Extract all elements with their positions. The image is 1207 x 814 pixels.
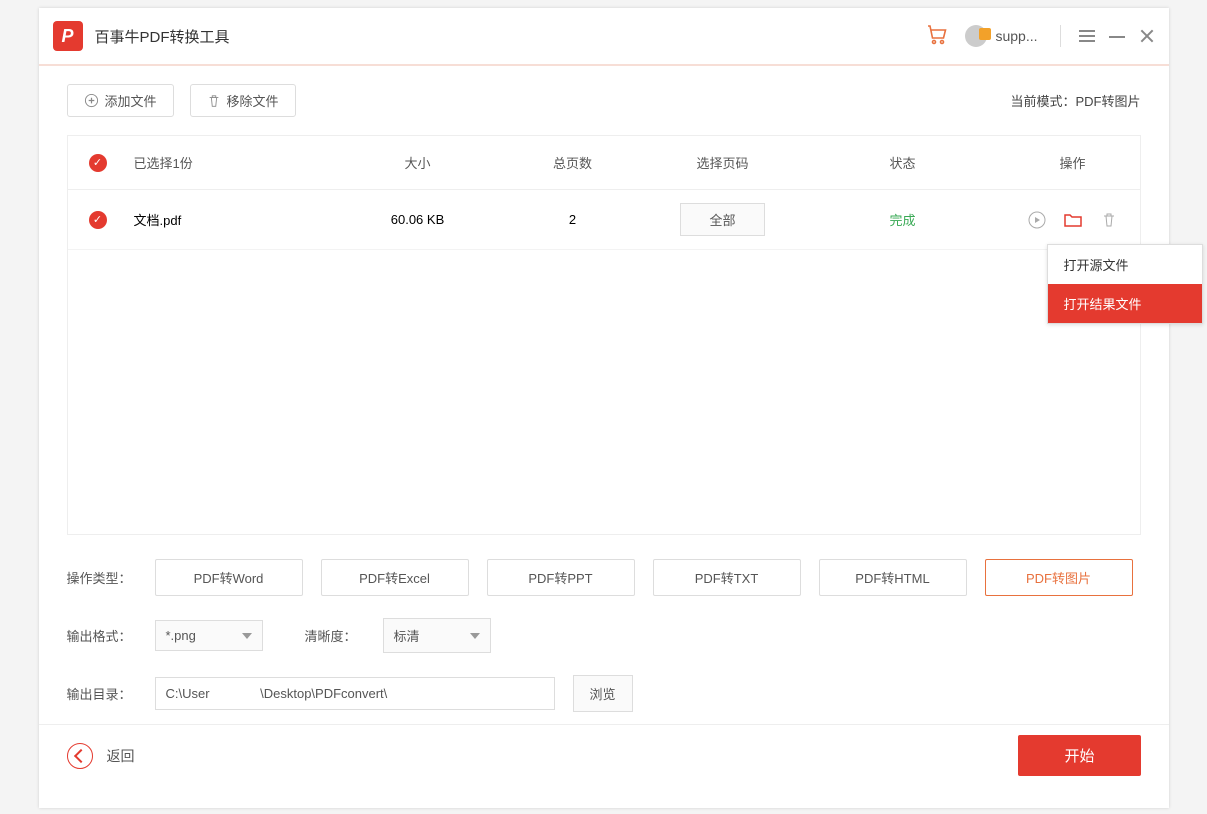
- type-btn-word[interactable]: PDF转Word: [155, 559, 303, 596]
- col-selected: 已选择1份: [128, 153, 328, 172]
- minimize-icon[interactable]: [1109, 28, 1125, 44]
- rowcheck-icon[interactable]: ✓: [89, 211, 107, 229]
- type-btn-image[interactable]: PDF转图片: [985, 559, 1133, 596]
- cell-pages: 2: [508, 212, 638, 227]
- output-path-input[interactable]: [155, 677, 555, 710]
- page-range-button[interactable]: 全部: [680, 203, 764, 236]
- checkall-icon[interactable]: ✓: [89, 154, 107, 172]
- app-logo-icon: P: [53, 21, 83, 51]
- back-label: 返回: [107, 746, 135, 766]
- col-size: 大小: [328, 153, 508, 172]
- table-header: ✓ 已选择1份 大小 总页数 选择页码 状态 操作: [68, 136, 1140, 190]
- separator: [1060, 25, 1061, 47]
- row-output-dir: 输出目录： 浏览: [67, 675, 1141, 712]
- header-right: supp...: [925, 22, 1154, 51]
- window-controls: [1060, 25, 1155, 47]
- cell-size: 60.06 KB: [328, 212, 508, 227]
- col-pages: 总页数: [508, 153, 638, 172]
- row-delete-icon[interactable]: [1099, 210, 1119, 230]
- current-mode: 当前模式：PDF转图片: [1010, 91, 1140, 110]
- type-btn-ppt[interactable]: PDF转PPT: [487, 559, 635, 596]
- cart-icon[interactable]: [925, 22, 949, 51]
- outputdir-label: 输出目录：: [67, 684, 137, 703]
- open-source-file-item[interactable]: 打开源文件: [1048, 245, 1202, 284]
- options-panel: 操作类型： PDF转Word PDF转Excel PDF转PPT PDF转TXT…: [39, 535, 1169, 724]
- col-action: 操作: [998, 153, 1148, 172]
- file-table: ✓ 已选择1份 大小 总页数 选择页码 状态 操作 ✓ 文档.pdf 60.06…: [67, 135, 1141, 535]
- chevron-down-icon: [470, 633, 480, 639]
- table-row: ✓ 文档.pdf 60.06 KB 2 全部 完成: [68, 190, 1140, 250]
- type-btn-html[interactable]: PDF转HTML: [819, 559, 967, 596]
- play-icon[interactable]: [1027, 210, 1047, 230]
- add-file-button[interactable]: 添加文件: [67, 84, 174, 117]
- browse-button[interactable]: 浏览: [573, 675, 633, 712]
- col-status: 状态: [808, 153, 998, 172]
- remove-file-label: 移除文件: [227, 91, 279, 110]
- app-window: P 百事牛PDF转换工具 supp... 添加文件: [39, 8, 1169, 808]
- quality-label: 清晰度：: [305, 626, 365, 645]
- back-button[interactable]: 返回: [67, 743, 135, 769]
- chevron-down-icon: [242, 633, 252, 639]
- output-format-select[interactable]: *.png: [155, 620, 263, 651]
- header-left: P 百事牛PDF转换工具: [53, 21, 230, 51]
- folder-dropdown: 打开源文件 打开结果文件: [1047, 244, 1203, 324]
- type-label: 操作类型：: [67, 568, 137, 587]
- plus-circle-icon: [84, 93, 99, 108]
- menu-icon[interactable]: [1079, 28, 1095, 44]
- close-icon[interactable]: [1139, 28, 1155, 44]
- quality-select[interactable]: 标清: [383, 618, 491, 653]
- row-output-format: 输出格式： *.png 清晰度： 标清: [67, 618, 1141, 653]
- row-operation-type: 操作类型： PDF转Word PDF转Excel PDF转PPT PDF转TXT…: [67, 559, 1141, 596]
- header-bar: P 百事牛PDF转换工具 supp...: [39, 8, 1169, 66]
- cell-status: 完成: [808, 210, 998, 229]
- col-range: 选择页码: [638, 153, 808, 172]
- open-folder-icon[interactable]: [1063, 210, 1083, 230]
- type-btn-excel[interactable]: PDF转Excel: [321, 559, 469, 596]
- avatar-icon: [965, 25, 987, 47]
- type-btn-txt[interactable]: PDF转TXT: [653, 559, 801, 596]
- cell-filename: 文档.pdf: [128, 210, 328, 229]
- row-actions: [998, 210, 1148, 230]
- add-file-label: 添加文件: [105, 91, 157, 110]
- toolbar: 添加文件 移除文件 当前模式：PDF转图片: [39, 66, 1169, 127]
- trash-icon: [207, 94, 221, 108]
- app-title: 百事牛PDF转换工具: [95, 26, 230, 47]
- open-result-file-item[interactable]: 打开结果文件: [1048, 284, 1202, 323]
- start-button[interactable]: 开始: [1018, 735, 1140, 776]
- user-name: supp...: [995, 28, 1037, 44]
- format-label: 输出格式：: [67, 626, 137, 645]
- back-arrow-icon: [67, 743, 93, 769]
- footer: 返回 开始: [39, 724, 1169, 786]
- remove-file-button[interactable]: 移除文件: [190, 84, 296, 117]
- user-area[interactable]: supp...: [965, 25, 1037, 47]
